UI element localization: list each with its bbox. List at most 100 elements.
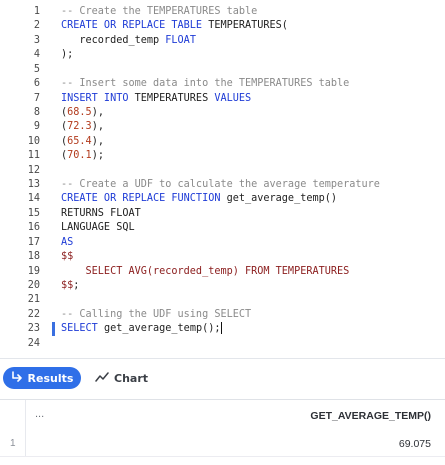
line-number: 8 xyxy=(33,106,40,118)
code-token: TEMPERATURES xyxy=(128,92,215,104)
code-token: -- Calling the UDF using SELECT xyxy=(61,308,252,320)
code-line[interactable]: 24 xyxy=(0,337,445,351)
code-line[interactable]: 13 -- Create a UDF to calculate the avera… xyxy=(0,178,445,192)
code-token: ; xyxy=(73,279,80,291)
code-line[interactable]: 19 SELECT AVG(recorded_temp) FROM TEMPER… xyxy=(0,265,445,279)
code-text[interactable]: RETURNS FLOAT xyxy=(61,207,141,221)
table-row[interactable]: 1 69.075 xyxy=(0,433,445,457)
line-number: 23 xyxy=(27,323,40,335)
return-arrow-icon xyxy=(11,370,23,386)
code-token: -- Create the TEMPERATURES table xyxy=(61,6,258,17)
code-text[interactable]: -- Create the TEMPERATURES table xyxy=(61,5,257,19)
code-text[interactable]: LANGUAGE SQL xyxy=(61,221,135,235)
column-header-get-average-temp[interactable]: GET_AVERAGE_TEMP() xyxy=(310,410,431,422)
code-token: get_average_temp(); xyxy=(97,323,221,335)
code-token: SELECT AVG(recorded_temp) FROM TEMPERATU… xyxy=(61,265,350,277)
code-line[interactable]: 12 xyxy=(0,164,445,178)
line-number: 22 xyxy=(27,308,40,320)
code-line[interactable]: 1 -- Create the TEMPERATURES table xyxy=(0,5,445,19)
line-number: 19 xyxy=(27,265,40,277)
table-cell[interactable]: 69.075 xyxy=(399,438,431,450)
result-tabs: Results Chart xyxy=(0,359,445,393)
code-line[interactable]: 2 CREATE OR REPLACE TABLE TEMPERATURES( xyxy=(0,19,445,33)
code-line[interactable]: 3 recorded_temp FLOAT xyxy=(0,34,445,48)
code-text[interactable]: SELECT get_average_temp(); xyxy=(61,322,223,336)
sql-editor[interactable]: 1 -- Create the TEMPERATURES table 2 CREATE… xyxy=(0,0,445,358)
line-number: 18 xyxy=(27,251,40,263)
code-text[interactable]: INSERT INTO TEMPERATURES VALUES xyxy=(61,92,251,106)
code-token: 65.4 xyxy=(67,135,92,147)
code-text[interactable]: -- Create a UDF to calculate the average… xyxy=(61,178,380,192)
code-token: LANGUAGE SQL xyxy=(61,222,135,234)
index-column-header xyxy=(0,400,26,433)
line-number: 12 xyxy=(27,164,40,176)
code-line[interactable]: 23 SELECT get_average_temp(); xyxy=(0,322,445,337)
code-token: get_average_temp() xyxy=(220,193,338,205)
code-text[interactable]: (70.1); xyxy=(61,149,104,163)
code-token: 70.1 xyxy=(67,150,92,162)
code-text[interactable]: -- Calling the UDF using SELECT xyxy=(61,308,251,322)
code-line[interactable]: 20 $$; xyxy=(0,279,445,293)
code-text[interactable]: SELECT AVG(recorded_temp) FROM TEMPERATU… xyxy=(61,265,350,279)
code-line[interactable]: 4); xyxy=(0,48,445,62)
code-text[interactable]: AS xyxy=(61,236,73,250)
code-line[interactable]: 6 -- Insert some data into the TEMPERATUR… xyxy=(0,77,445,91)
code-token: VALUES xyxy=(214,92,252,104)
code-text[interactable]: (68.5), xyxy=(61,106,104,120)
code-text[interactable]: $$; xyxy=(61,279,79,293)
code-line[interactable]: 14 CREATE OR REPLACE FUNCTION get_average… xyxy=(0,192,445,206)
code-text[interactable]: (65.4), xyxy=(61,135,104,149)
line-number: 5 xyxy=(33,63,40,75)
code-line[interactable]: 21 xyxy=(0,293,445,307)
code-token: CREATE OR REPLACE FUNCTION xyxy=(61,193,221,205)
code-token: CREATE OR REPLACE TABLE xyxy=(61,20,203,32)
active-line-marker xyxy=(52,322,55,337)
results-grid: ... GET_AVERAGE_TEMP() 1 69.075 xyxy=(0,399,445,465)
code-line[interactable]: 9 (72.3), xyxy=(0,120,445,134)
code-token: $$ xyxy=(61,279,74,291)
code-line[interactable]: 11 (70.1); xyxy=(0,149,445,163)
code-text[interactable]: -- Insert some data into the TEMPERATURE… xyxy=(61,77,349,91)
line-number: 15 xyxy=(27,207,40,219)
tab-results-label: Results xyxy=(27,371,74,385)
line-number: 2 xyxy=(33,20,40,32)
column-menu-button[interactable]: ... xyxy=(35,408,44,420)
line-number: 14 xyxy=(27,193,40,205)
line-number: 6 xyxy=(33,78,40,90)
code-token: 68.5 xyxy=(67,106,92,118)
line-number: 20 xyxy=(27,279,40,291)
code-line[interactable]: 15 RETURNS FLOAT xyxy=(0,207,445,221)
code-line[interactable]: 18 $$ xyxy=(0,250,445,264)
code-text[interactable]: ); xyxy=(61,48,73,62)
code-token: ), xyxy=(91,135,104,147)
line-number: 7 xyxy=(33,92,40,104)
code-line[interactable]: 7 INSERT INTO TEMPERATURES VALUES xyxy=(0,92,445,106)
code-token: FLOAT xyxy=(165,34,196,46)
row-index: 1 xyxy=(0,433,26,456)
code-token: recorded_temp xyxy=(61,34,166,46)
line-number: 9 xyxy=(33,121,40,133)
code-line[interactable]: 8 (68.5), xyxy=(0,106,445,120)
code-token: ); xyxy=(61,49,74,61)
line-number: 10 xyxy=(27,135,40,147)
code-text[interactable]: $$ xyxy=(61,250,73,264)
code-token: AS xyxy=(61,236,74,248)
line-number: 4 xyxy=(33,49,40,61)
code-text[interactable]: CREATE OR REPLACE TABLE TEMPERATURES( xyxy=(61,19,288,33)
line-number: 3 xyxy=(33,34,40,46)
line-number: 11 xyxy=(27,150,40,162)
code-text[interactable]: (72.3), xyxy=(61,120,104,134)
code-line[interactable]: 5 xyxy=(0,63,445,77)
code-token: TEMPERATURES( xyxy=(202,20,288,32)
line-number: 1 xyxy=(33,6,40,17)
trend-line-icon xyxy=(95,371,109,386)
code-line[interactable]: 10 (65.4), xyxy=(0,135,445,149)
code-token: -- Insert some data into the TEMPERATURE… xyxy=(61,78,350,90)
code-line[interactable]: 17 AS xyxy=(0,236,445,250)
tab-results[interactable]: Results xyxy=(3,367,81,389)
code-line[interactable]: 22 -- Calling the UDF using SELECT xyxy=(0,308,445,322)
code-text[interactable]: CREATE OR REPLACE FUNCTION get_average_t… xyxy=(61,192,337,206)
tab-chart[interactable]: Chart xyxy=(95,367,148,389)
code-line[interactable]: 16 LANGUAGE SQL xyxy=(0,221,445,235)
code-text[interactable]: recorded_temp FLOAT xyxy=(61,34,196,48)
